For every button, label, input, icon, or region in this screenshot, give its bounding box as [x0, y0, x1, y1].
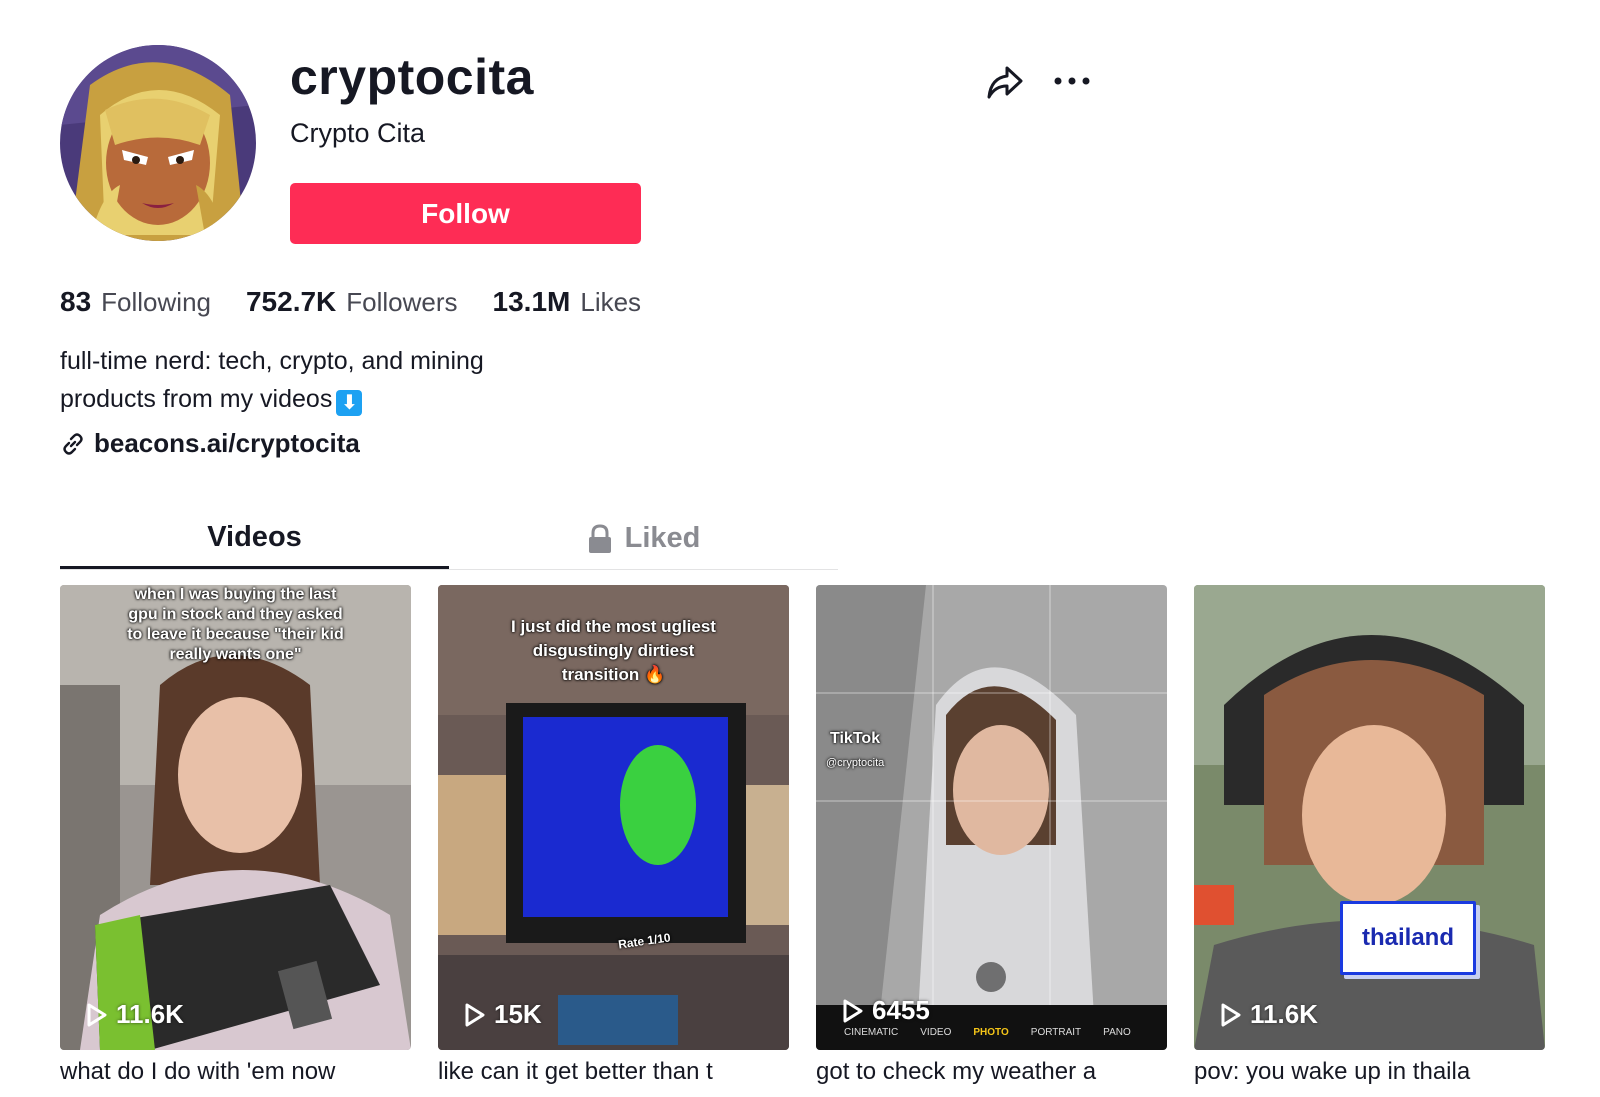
video-overlay-text: I just did the most ugliest disgustingly… [511, 617, 716, 684]
link-icon [63, 432, 83, 455]
more-options-icon[interactable] [1053, 66, 1093, 96]
watermark-handle: @cryptocita [826, 757, 885, 769]
bio-line-1: full-time nerd: tech, crypto, and mining [60, 347, 484, 375]
follow-button[interactable]: Follow [290, 183, 641, 244]
share-icon[interactable] [985, 62, 1025, 102]
down-arrow-emoji-icon: ⬇ [336, 390, 363, 416]
video-views-count: 6455 [872, 995, 930, 1025]
video-views: 15K [464, 999, 542, 1030]
play-icon [465, 1003, 485, 1026]
bio-line-2-wrap: products from my videos ⬇ [60, 380, 484, 418]
video-views-count: 15K [494, 999, 542, 1029]
video-caption[interactable]: got to check my weather a [816, 1058, 1167, 1086]
profile-tabs: Videos Liked [60, 508, 838, 570]
video-caption[interactable]: what do I do with 'em now [60, 1058, 411, 1086]
profile-username: cryptocita [290, 49, 534, 105]
following-stat[interactable]: 83 Following [60, 286, 211, 318]
tab-liked-label: Liked [624, 522, 701, 554]
tab-videos[interactable]: Videos [60, 508, 449, 569]
likes-label: Likes [580, 287, 642, 317]
followers-label: Followers [346, 287, 458, 317]
video-card[interactable]: I just did the most ugliest disgustingly… [438, 585, 789, 1050]
camera-mode: VIDEO [920, 1027, 952, 1038]
video-views: 6455 [842, 995, 930, 1026]
video-thumbnail [1194, 585, 1545, 1050]
video-thumbnail [816, 585, 1167, 1050]
profile-stats: 83 Following 752.7K Followers 13.1M Like… [60, 286, 641, 318]
camera-mode: PHOTO [973, 1027, 1009, 1038]
play-icon [843, 999, 863, 1022]
likes-stat: 13.1M Likes [493, 286, 642, 318]
bio-line-2: products from my videos [60, 385, 333, 413]
video-card[interactable]: thailand 11.6K [1194, 585, 1545, 1050]
video-views-count: 11.6K [1250, 999, 1318, 1029]
thailand-sticker: thailand [1340, 901, 1476, 975]
avatar[interactable] [60, 45, 256, 241]
camera-mode: CINEMATIC [844, 1027, 899, 1038]
profile-link[interactable]: beacons.ai/cryptocita [60, 428, 360, 459]
likes-count: 13.1M [492, 286, 571, 317]
video-grid: when I was buying the last gpu in stock … [60, 585, 1545, 1050]
following-count: 83 [60, 286, 92, 317]
video-views: 11.6K [1220, 999, 1318, 1030]
video-caption[interactable]: like can it get better than t [438, 1058, 789, 1086]
tab-liked[interactable]: Liked [449, 508, 838, 569]
video-overlay-text: when I was buying the last gpu in stock … [127, 586, 344, 663]
followers-count: 752.7K [245, 286, 337, 317]
camera-mode: PORTRAIT [1030, 1027, 1082, 1038]
following-label: Following [101, 287, 211, 317]
video-views-count: 11.6K [116, 999, 184, 1029]
lock-icon [588, 523, 611, 553]
tiktok-watermark: TikTok [830, 730, 881, 747]
tab-videos-label: Videos [207, 520, 302, 553]
video-card[interactable]: when I was buying the last gpu in stock … [60, 585, 411, 1050]
video-card[interactable]: TikTok @cryptocita CINEMATIC VIDEO PHOTO… [816, 585, 1167, 1050]
profile-nickname: Crypto Cita [290, 118, 426, 148]
profile-bio: full-time nerd: tech, crypto, and mining… [60, 342, 484, 418]
thailand-sticker-text: thailand [1361, 924, 1454, 951]
camera-mode: PANO [1103, 1027, 1131, 1038]
profile-link-text: beacons.ai/cryptocita [94, 428, 360, 458]
video-views: 11.6K [86, 999, 184, 1030]
followers-stat[interactable]: 752.7K Followers [246, 286, 458, 318]
camera-modes: CINEMATIC VIDEO PHOTO PORTRAIT PANO [844, 1027, 1131, 1038]
video-caption[interactable]: pov: you wake up in thaila [1194, 1058, 1534, 1086]
play-icon [87, 1003, 107, 1026]
play-icon [1221, 1003, 1241, 1026]
